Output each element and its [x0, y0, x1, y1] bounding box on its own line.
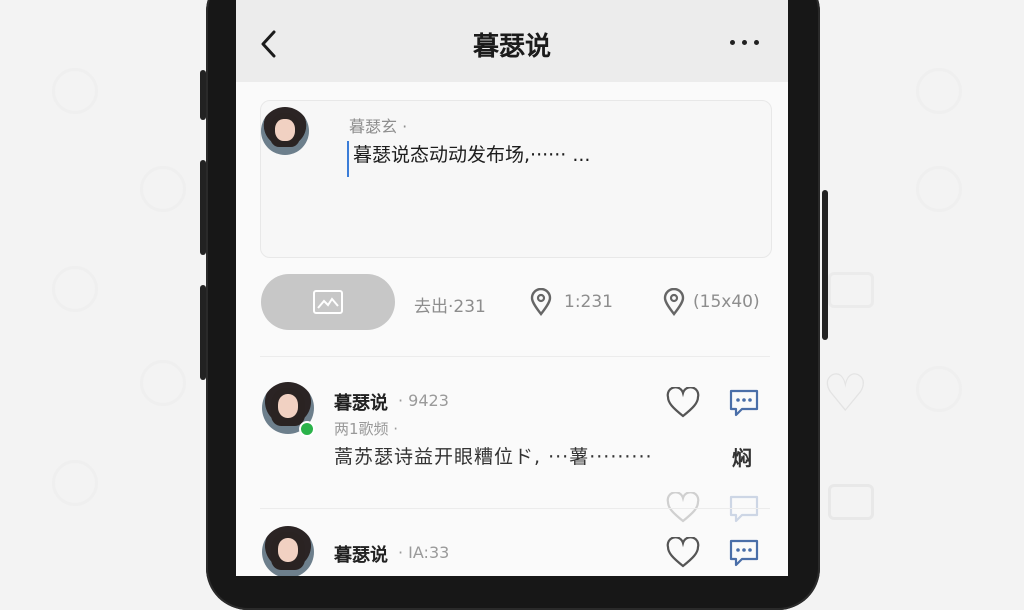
location-label[interactable]: 去出·231 [414, 292, 486, 317]
divider [260, 508, 770, 509]
location-pin-icon[interactable] [663, 288, 685, 316]
online-status-indicator [299, 421, 315, 437]
like-heart-icon[interactable] [666, 387, 700, 419]
post-side-text: 焖 [732, 446, 752, 470]
more-options-icon[interactable] [728, 36, 762, 48]
comment-icon[interactable] [728, 538, 760, 568]
phone-screen: 暮瑟说 暮瑟玄 · 暮瑟说态动动发布场,······ ... 去出·231 1:… [236, 0, 788, 576]
background-decoration [140, 360, 186, 406]
image-icon [313, 290, 343, 314]
background-comment-icon [828, 484, 874, 520]
phone-side-button [200, 285, 206, 380]
location-value[interactable]: 1:231 [564, 292, 613, 312]
divider [260, 356, 770, 357]
background-decoration [916, 68, 962, 114]
phone-side-button [200, 70, 206, 120]
background-decoration [916, 166, 962, 212]
background-decoration [916, 366, 962, 412]
background-decoration [52, 266, 98, 312]
background-heart-icon: ♡ [822, 364, 869, 424]
location-pin-icon[interactable] [530, 288, 552, 316]
app-header: 暮瑟说 [236, 0, 788, 82]
post-composer[interactable]: 暮瑟玄 · 暮瑟说态动动发布场,······ ... [260, 100, 772, 258]
background-comment-icon [828, 272, 874, 308]
post-count: · 9423 [398, 391, 449, 410]
page-title: 暮瑟说 [472, 32, 551, 62]
comment-icon[interactable] [728, 388, 760, 418]
coordinates-value[interactable]: (15x40) [693, 292, 760, 312]
phone-power-button [822, 190, 828, 340]
avatar [261, 107, 309, 155]
comment-icon [729, 495, 759, 523]
background-decoration [140, 166, 186, 212]
phone-side-button [200, 160, 206, 255]
post-subtitle: 两1歌频 · [334, 420, 399, 438]
composer-text-input[interactable]: 暮瑟说态动动发布场,······ ... [347, 141, 590, 177]
post-text: 蒿苏瑟诗益开眼糟位ド, ···薯········· [334, 446, 653, 468]
add-image-button[interactable] [261, 274, 395, 330]
composer-author-name: 暮瑟玄 · [349, 117, 408, 136]
post-count: · ⅠA:33 [398, 543, 450, 562]
post-author-name[interactable]: 暮瑟说 [334, 541, 388, 567]
avatar[interactable] [262, 526, 314, 576]
background-decoration [52, 460, 98, 506]
background-decoration [52, 68, 98, 114]
post-author-name[interactable]: 暮瑟说 [334, 389, 388, 415]
like-heart-icon[interactable] [666, 537, 700, 569]
